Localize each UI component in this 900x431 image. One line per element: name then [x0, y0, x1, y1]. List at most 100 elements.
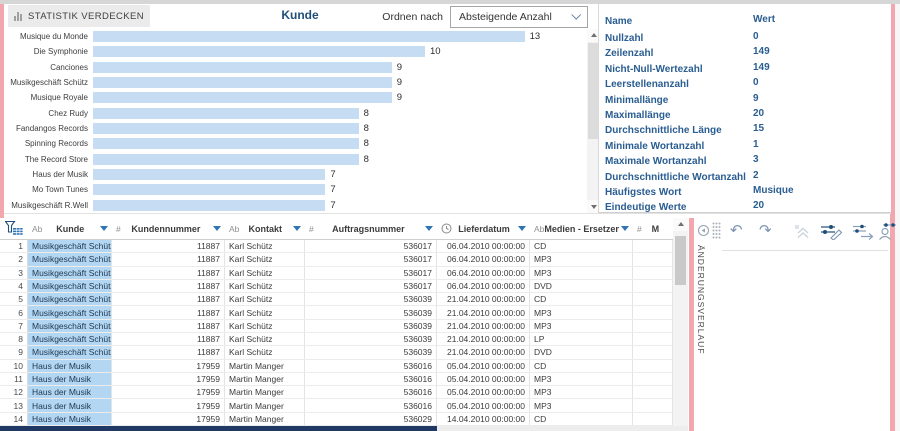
table-row[interactable]: 6Musikgeschäft Schütz11887Karl Schütz536… — [0, 306, 673, 319]
bar-row[interactable]: Musique du Monde13 — [4, 29, 583, 44]
bar-row[interactable]: Musikgeschäft R.Well7 — [4, 198, 583, 213]
table-cell[interactable]: Martin Manger — [225, 399, 305, 411]
table-cell[interactable]: Martin Manger — [225, 386, 305, 398]
table-cell[interactable]: Martin Manger — [225, 360, 305, 372]
column-header-m[interactable]: #M — [633, 218, 673, 239]
column-header-medien-ersetzen[interactable]: AbMedien - Ersetzen — [530, 218, 633, 239]
table-cell[interactable]: CD — [530, 360, 633, 372]
bar[interactable] — [93, 46, 425, 57]
table-cell[interactable]: Karl Schütz — [225, 320, 305, 332]
table-cell[interactable]: 05.04.2010 00:00:00 — [437, 399, 530, 411]
column-header-kunde[interactable]: AbKunde — [28, 218, 112, 239]
table-cell[interactable]: Musikgeschäft Schütz — [28, 293, 112, 305]
table-cell[interactable]: MP3 — [530, 320, 633, 332]
promote-action-button[interactable] — [794, 224, 811, 239]
table-cell[interactable]: Haus der Musik — [28, 386, 112, 398]
table-cell[interactable] — [633, 280, 673, 292]
table-cell[interactable]: 536016 — [305, 399, 437, 411]
table-cell[interactable]: Musikgeschäft Schütz — [28, 320, 112, 332]
filter-dropdown-icon[interactable] — [425, 226, 433, 231]
table-cell[interactable]: 536016 — [305, 360, 437, 372]
table-cell[interactable]: 11887 — [112, 267, 225, 279]
table-cell[interactable]: 536039 — [305, 293, 437, 305]
bar[interactable] — [93, 184, 325, 195]
table-row[interactable]: 3Musikgeschäft Schütz11887Karl Schütz536… — [0, 267, 673, 280]
scroll-up-icon[interactable] — [673, 218, 688, 231]
table-cell[interactable]: 21.04.2010 00:00:00 — [437, 306, 530, 318]
table-cell[interactable]: 536039 — [305, 320, 437, 332]
bar[interactable] — [93, 108, 359, 119]
table-cell[interactable]: Haus der Musik — [28, 360, 112, 372]
table-cell[interactable] — [633, 386, 673, 398]
table-cell[interactable]: 536017 — [305, 267, 437, 279]
table-cell[interactable]: MP3 — [530, 267, 633, 279]
table-cell[interactable]: 536039 — [305, 306, 437, 318]
table-cell[interactable]: MP3 — [530, 253, 633, 265]
filter-dropdown-icon[interactable] — [621, 226, 629, 231]
bar-row[interactable]: Spinning Records8 — [4, 136, 583, 151]
table-cell[interactable] — [633, 306, 673, 318]
sort-order-dropdown[interactable]: Absteigende Anzahl — [450, 6, 588, 28]
filter-dropdown-icon[interactable] — [518, 226, 526, 231]
table-cell[interactable]: 21.04.2010 00:00:00 — [437, 293, 530, 305]
filter-table-corner-button[interactable] — [0, 218, 28, 239]
table-cell[interactable]: 11887 — [112, 280, 225, 292]
table-cell[interactable] — [633, 399, 673, 411]
undo-button[interactable]: ↶ — [730, 222, 743, 238]
table-cell[interactable]: 11887 — [112, 320, 225, 332]
table-cell[interactable]: 17959 — [112, 399, 225, 411]
table-cell[interactable]: DVD — [530, 346, 633, 358]
table-scrollbar-thumb[interactable] — [675, 236, 686, 285]
table-cell[interactable]: CD — [530, 413, 633, 425]
table-row[interactable]: 13Haus der Musik17959Martin Manger536016… — [0, 399, 673, 412]
table-row[interactable]: 14Haus der Musik17959Martin Manger536029… — [0, 413, 673, 426]
column-header-kontakt[interactable]: AbKontakt — [225, 218, 305, 239]
table-horizontal-scrollbar[interactable] — [0, 426, 688, 431]
table-row[interactable]: 11Haus der Musik17959Martin Manger536016… — [0, 373, 673, 386]
table-row[interactable]: 9Musikgeschäft Schütz11887Karl Schütz536… — [0, 346, 673, 359]
table-cell[interactable]: 06.04.2010 00:00:00 — [437, 253, 530, 265]
table-cell[interactable]: 11887 — [112, 240, 225, 252]
table-cell[interactable]: Karl Schütz — [225, 293, 305, 305]
bar[interactable] — [93, 169, 325, 180]
bar[interactable] — [93, 123, 359, 134]
bar-row[interactable]: Musikgeschäft Schütz9 — [4, 75, 583, 90]
bar[interactable] — [93, 154, 359, 165]
table-cell[interactable]: Musikgeschäft Schütz — [28, 346, 112, 358]
table-cell[interactable] — [633, 293, 673, 305]
redo-button[interactable]: ↷ — [759, 222, 772, 238]
table-cell[interactable]: Karl Schütz — [225, 240, 305, 252]
table-scrollbar[interactable] — [673, 218, 688, 426]
bar[interactable] — [93, 200, 325, 211]
filter-dropdown-icon[interactable] — [293, 226, 301, 231]
table-cell[interactable] — [633, 346, 673, 358]
bar-row[interactable]: Canciones9 — [4, 60, 583, 75]
table-cell[interactable]: 536016 — [305, 386, 437, 398]
table-cell[interactable]: LP — [530, 333, 633, 345]
table-row[interactable]: 7Musikgeschäft Schütz11887Karl Schütz536… — [0, 320, 673, 333]
table-cell[interactable]: 11887 — [112, 333, 225, 345]
table-cell[interactable]: 536017 — [305, 280, 437, 292]
table-cell[interactable] — [633, 240, 673, 252]
column-header-auftragsnummer[interactable]: #Auftragsnummer — [305, 218, 437, 239]
bar-row[interactable]: The Record Store8 — [4, 152, 583, 167]
bar-row[interactable]: Mo Town Tunes7 — [4, 182, 583, 197]
table-cell[interactable]: 536017 — [305, 253, 437, 265]
table-cell[interactable] — [633, 253, 673, 265]
table-cell[interactable] — [633, 320, 673, 332]
table-cell[interactable]: 536017 — [305, 240, 437, 252]
table-row[interactable]: 12Haus der Musik17959Martin Manger536016… — [0, 386, 673, 399]
table-cell[interactable]: Musikgeschäft Schütz — [28, 280, 112, 292]
column-header-kundennummer[interactable]: #Kundennummer — [112, 218, 225, 239]
table-cell[interactable]: Musikgeschäft Schütz — [28, 267, 112, 279]
table-row[interactable]: 4Musikgeschäft Schütz11887Karl Schütz536… — [0, 280, 673, 293]
table-cell[interactable]: 14.04.2010 00:00:00 — [437, 413, 530, 425]
bar-row[interactable]: Fandangos Records8 — [4, 121, 583, 136]
table-cell[interactable]: Haus der Musik — [28, 399, 112, 411]
bar-row[interactable]: Musique Royale9 — [4, 90, 583, 105]
table-cell[interactable]: 536039 — [305, 346, 437, 358]
table-cell[interactable]: Karl Schütz — [225, 267, 305, 279]
table-cell[interactable]: Karl Schütz — [225, 333, 305, 345]
bar[interactable] — [93, 31, 525, 42]
table-cell[interactable]: 11887 — [112, 346, 225, 358]
